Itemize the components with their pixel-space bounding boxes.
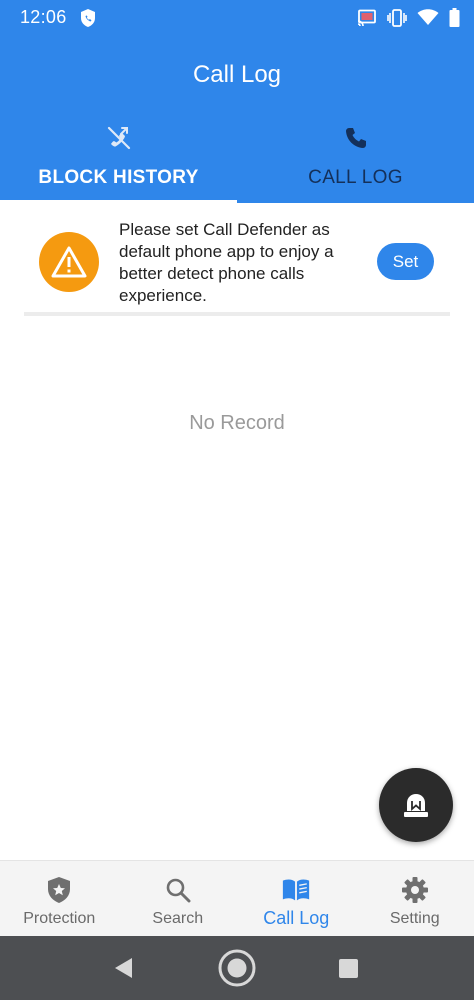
tab-label: CALL LOG bbox=[308, 167, 403, 188]
status-right bbox=[357, 8, 460, 27]
phone-icon bbox=[341, 123, 371, 153]
tab-block-history[interactable]: BLOCK HISTORY bbox=[0, 115, 237, 203]
nav-label: Call Log bbox=[263, 908, 330, 928]
status-bar: 12:06 bbox=[0, 0, 474, 35]
book-icon bbox=[281, 875, 311, 905]
status-time: 12:06 bbox=[20, 7, 67, 27]
search-icon bbox=[163, 875, 193, 905]
status-left: 12:06 bbox=[20, 7, 97, 28]
home-icon[interactable] bbox=[217, 948, 257, 988]
bottom-navigation: Protection Search Call Log Setting bbox=[0, 860, 474, 936]
default-app-banner: Please set Call Defender as default phon… bbox=[24, 203, 450, 316]
wifi-icon bbox=[417, 9, 439, 26]
shield-notification-icon bbox=[79, 8, 97, 28]
app-header: Call Log bbox=[0, 35, 474, 115]
cast-icon bbox=[357, 9, 377, 26]
nav-item-setting[interactable]: Setting bbox=[356, 861, 474, 937]
nav-item-search[interactable]: Search bbox=[119, 861, 238, 937]
nav-item-call-log[interactable]: Call Log bbox=[237, 861, 356, 937]
call-blocked-icon bbox=[104, 123, 134, 153]
set-default-button[interactable]: Set bbox=[377, 243, 434, 280]
tab-bar: BLOCK HISTORY CALL LOG bbox=[0, 115, 474, 203]
gear-icon bbox=[400, 875, 430, 905]
battery-icon bbox=[449, 8, 460, 27]
nav-label: Search bbox=[152, 910, 204, 927]
nav-label: Setting bbox=[389, 910, 440, 927]
recents-icon[interactable] bbox=[338, 958, 359, 979]
empty-state-text: No Record bbox=[189, 412, 285, 434]
nav-label: Protection bbox=[23, 910, 96, 927]
tab-label: BLOCK HISTORY bbox=[38, 167, 199, 188]
warning-icon bbox=[39, 232, 99, 292]
system-navigation-bar bbox=[0, 936, 474, 1000]
banner-message: Please set Call Defender as default phon… bbox=[119, 220, 334, 305]
vibrate-icon bbox=[387, 8, 407, 27]
alarm-siren-icon bbox=[399, 789, 433, 821]
page-title: Call Log bbox=[192, 61, 282, 88]
shield-star-icon bbox=[44, 875, 74, 905]
back-icon[interactable] bbox=[112, 956, 134, 980]
tab-call-log[interactable]: CALL LOG bbox=[237, 115, 474, 203]
nav-item-protection[interactable]: Protection bbox=[0, 861, 119, 937]
alarm-fab-button[interactable] bbox=[379, 768, 453, 842]
